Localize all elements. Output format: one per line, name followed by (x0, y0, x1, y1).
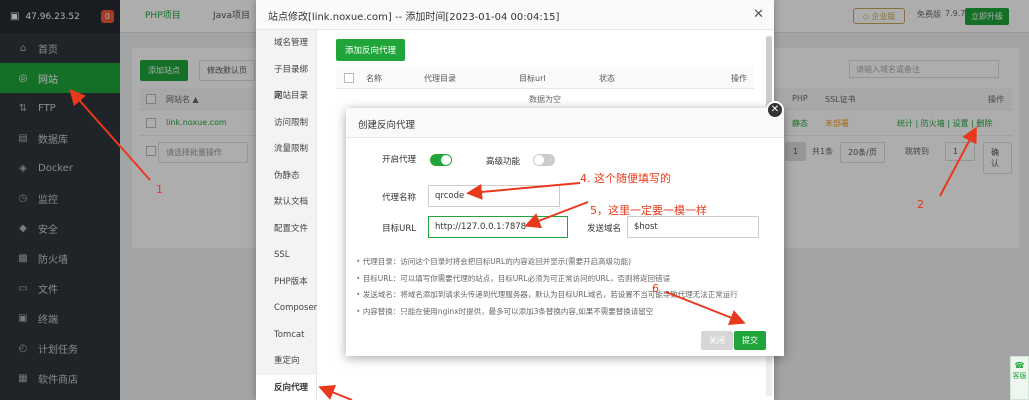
help-note: 内容替换：只能在使用nginx时提供，最多可以添加3条替换内容,如果不需要替换请… (356, 304, 776, 321)
dialog-nav-item-7[interactable]: 配置文件 (256, 216, 316, 243)
dialog-nav-item-12[interactable]: 重定向 (256, 348, 316, 375)
advanced-label: 高级功能 (485, 157, 520, 167)
headset-icon: ☎ (1014, 361, 1025, 370)
modal-title: 创建反向代理 (346, 108, 784, 138)
submit-button[interactable]: 提交 (734, 331, 766, 350)
help-note: 目标URL：可以填写你需要代理的站点，目标URL必须为可正常访问的URL，否则将… (356, 271, 776, 288)
dialog-nav-item-4[interactable]: 流量限制 (256, 136, 316, 163)
close-button[interactable]: 关闭 (701, 331, 733, 350)
dialog-nav-item-10[interactable]: Composer (256, 295, 317, 322)
proxy-table-header: 名称 代理目录 目标url 状态 操作 (336, 67, 754, 89)
dialog-nav-item-11[interactable]: Tomcat (256, 322, 316, 349)
send-domain-input[interactable]: $host (627, 216, 759, 238)
annotation-2: 2 (917, 198, 924, 211)
customer-service-widget[interactable]: ☎ 客服 (1010, 356, 1029, 400)
dialog-nav-item-3[interactable]: 访问限制 (256, 110, 316, 137)
proxy-name-label: 代理名称 (381, 193, 416, 203)
annotation-1: 1 (156, 183, 163, 196)
add-reverse-proxy-button[interactable]: 添加反向代理 (336, 39, 406, 61)
dialog-nav-item-1[interactable]: 子目录绑定 (256, 57, 316, 102)
annotation-6: 6 (652, 282, 659, 295)
dialog-nav-item-2[interactable]: 网站目录 (256, 83, 316, 110)
col-ops: 操作 (731, 74, 747, 83)
dialog-nav-item-8[interactable]: SSL (256, 242, 316, 269)
proxy-name-input[interactable]: qrcode (428, 185, 560, 207)
target-url-label: 目标URL (382, 224, 416, 234)
dialog-title: 站点修改[link.noxue.com] -- 添加时间[2023-01-04 … (256, 0, 774, 30)
dialog-nav-item-6[interactable]: 默认文档 (256, 189, 316, 216)
dialog-nav-item-13[interactable]: 反向代理 (256, 374, 316, 400)
help-notes: 代理目录：访问这个目录时将会把目标URL的内容返回并显示(需要开启高级功能)目标… (356, 254, 776, 320)
dialog-nav-item-0[interactable]: 域名管理 (256, 30, 316, 57)
send-domain-label: 发送域名 (586, 224, 621, 234)
modal-close-icon[interactable]: ✕ (766, 101, 784, 119)
dialog-nav-item-5[interactable]: 伪静态 (256, 163, 316, 190)
col-dir: 代理目录 (424, 74, 456, 83)
enable-proxy-toggle[interactable] (430, 154, 452, 166)
help-note: 发送域名：将域名添加到请求头传递到代理服务器，默认为目标URL域名，若设置不当可… (356, 287, 776, 304)
enable-proxy-label: 开启代理 (381, 155, 416, 165)
help-note: 代理目录：访问这个目录时将会把目标URL的内容返回并显示(需要开启高级功能) (356, 254, 776, 271)
target-url-input[interactable]: http://127.0.0.1:7878 (428, 216, 568, 238)
annotation-5: 5，这里一定要一模一样 (590, 204, 707, 217)
col-target: 目标url (519, 74, 546, 83)
dialog-nav-item-9[interactable]: PHP版本 (256, 269, 316, 296)
advanced-toggle[interactable] (533, 154, 555, 166)
dialog-side-nav: 域名管理 子目录绑定 网站目录 访问限制 流量限制 伪静态 默认文档 配置文件 SSL PHP版本… (256, 30, 317, 400)
col-name: 名称 (366, 74, 382, 83)
annotation-4: 4. 这个随便填写的 (580, 172, 671, 185)
dialog-close-icon[interactable]: ✕ (753, 7, 764, 22)
col-status: 状态 (599, 74, 615, 83)
proxy-select-all-checkbox[interactable] (344, 73, 354, 83)
